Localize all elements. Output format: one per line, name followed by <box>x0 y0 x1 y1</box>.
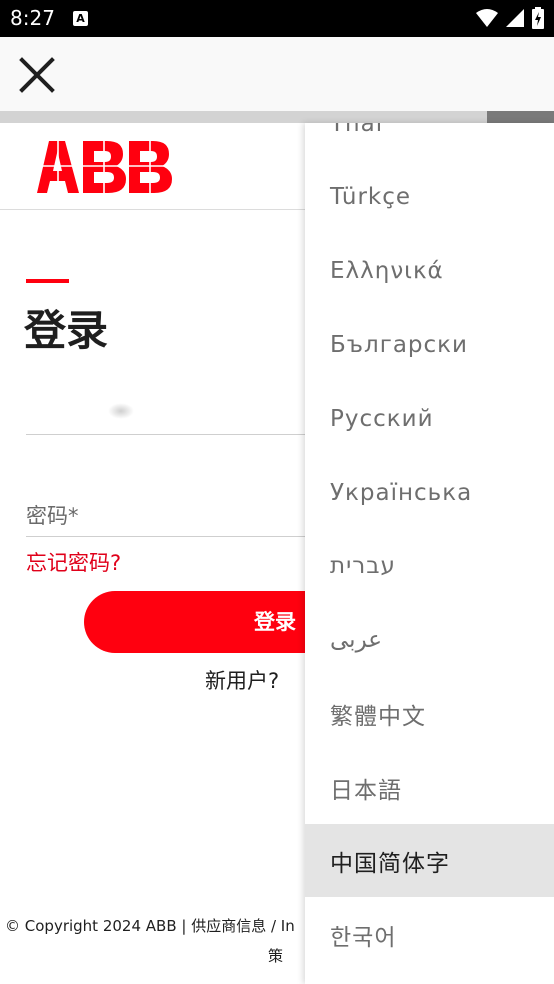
language-label: 한국어 <box>330 924 397 951</box>
username-input[interactable] <box>26 393 305 435</box>
footer-copyright: © Copyright 2024 ABB | 供应商信息 / In <box>5 917 295 935</box>
language-label: Ελληνικά <box>330 257 444 284</box>
language-label: Türkçe <box>330 183 412 210</box>
language-menu: Thai Türkçe Ελληνικά Български Русский У… <box>305 123 554 984</box>
footer-continuation: 策 <box>268 947 284 965</box>
abb-logo <box>37 141 173 193</box>
language-item-arabic[interactable]: عربى <box>305 603 554 676</box>
forgot-password-link[interactable]: 忘记密码? <box>26 547 121 577</box>
wifi-icon <box>476 9 498 27</box>
progress-fill <box>487 111 554 123</box>
language-label: 中国简体字 <box>330 850 450 877</box>
language-item-traditional-chinese[interactable]: 繁體中文 <box>305 677 554 750</box>
login-button-label: 登录 <box>254 610 296 634</box>
language-label: Български <box>330 331 468 358</box>
redacted-text <box>108 403 134 419</box>
status-time: 8:27 <box>10 6 55 30</box>
close-button[interactable] <box>14 52 60 98</box>
language-label: Українська <box>330 479 473 506</box>
close-icon <box>19 57 55 93</box>
language-item-japanese[interactable]: 日本語 <box>305 751 554 824</box>
new-user-link[interactable]: 新用户? <box>205 665 279 695</box>
language-item-ukrainian[interactable]: Українська <box>305 456 554 529</box>
language-item-turkish[interactable]: Türkçe <box>305 160 554 233</box>
language-label: 繁體中文 <box>330 703 426 730</box>
language-label: Thai <box>330 123 384 137</box>
language-item-korean[interactable]: 한국어 <box>305 898 554 971</box>
language-item-hebrew[interactable]: עברית <box>305 529 554 602</box>
app-bar <box>0 37 554 111</box>
language-item-bulgarian[interactable]: Български <box>305 308 554 381</box>
language-label: 日本語 <box>330 777 402 804</box>
signal-icon <box>506 9 524 27</box>
status-icons <box>476 7 544 29</box>
header-divider <box>0 209 305 210</box>
title-accent-bar <box>26 279 69 283</box>
battery-icon <box>532 7 544 29</box>
language-item-russian[interactable]: Русский <box>305 382 554 455</box>
language-label: עברית <box>330 552 396 579</box>
status-bar: 8:27 A <box>0 0 554 37</box>
language-label: Русский <box>330 405 434 432</box>
loading-progress-bar <box>0 111 554 123</box>
page-title: 登录 <box>24 306 109 355</box>
password-input[interactable] <box>26 495 305 537</box>
language-item-greek[interactable]: Ελληνικά <box>305 234 554 307</box>
language-label: عربى <box>330 626 382 653</box>
language-item-simplified-chinese[interactable]: 中国简体字 <box>305 824 554 897</box>
language-item-thai[interactable]: Thai <box>305 123 554 160</box>
notification-icon: A <box>73 11 88 26</box>
